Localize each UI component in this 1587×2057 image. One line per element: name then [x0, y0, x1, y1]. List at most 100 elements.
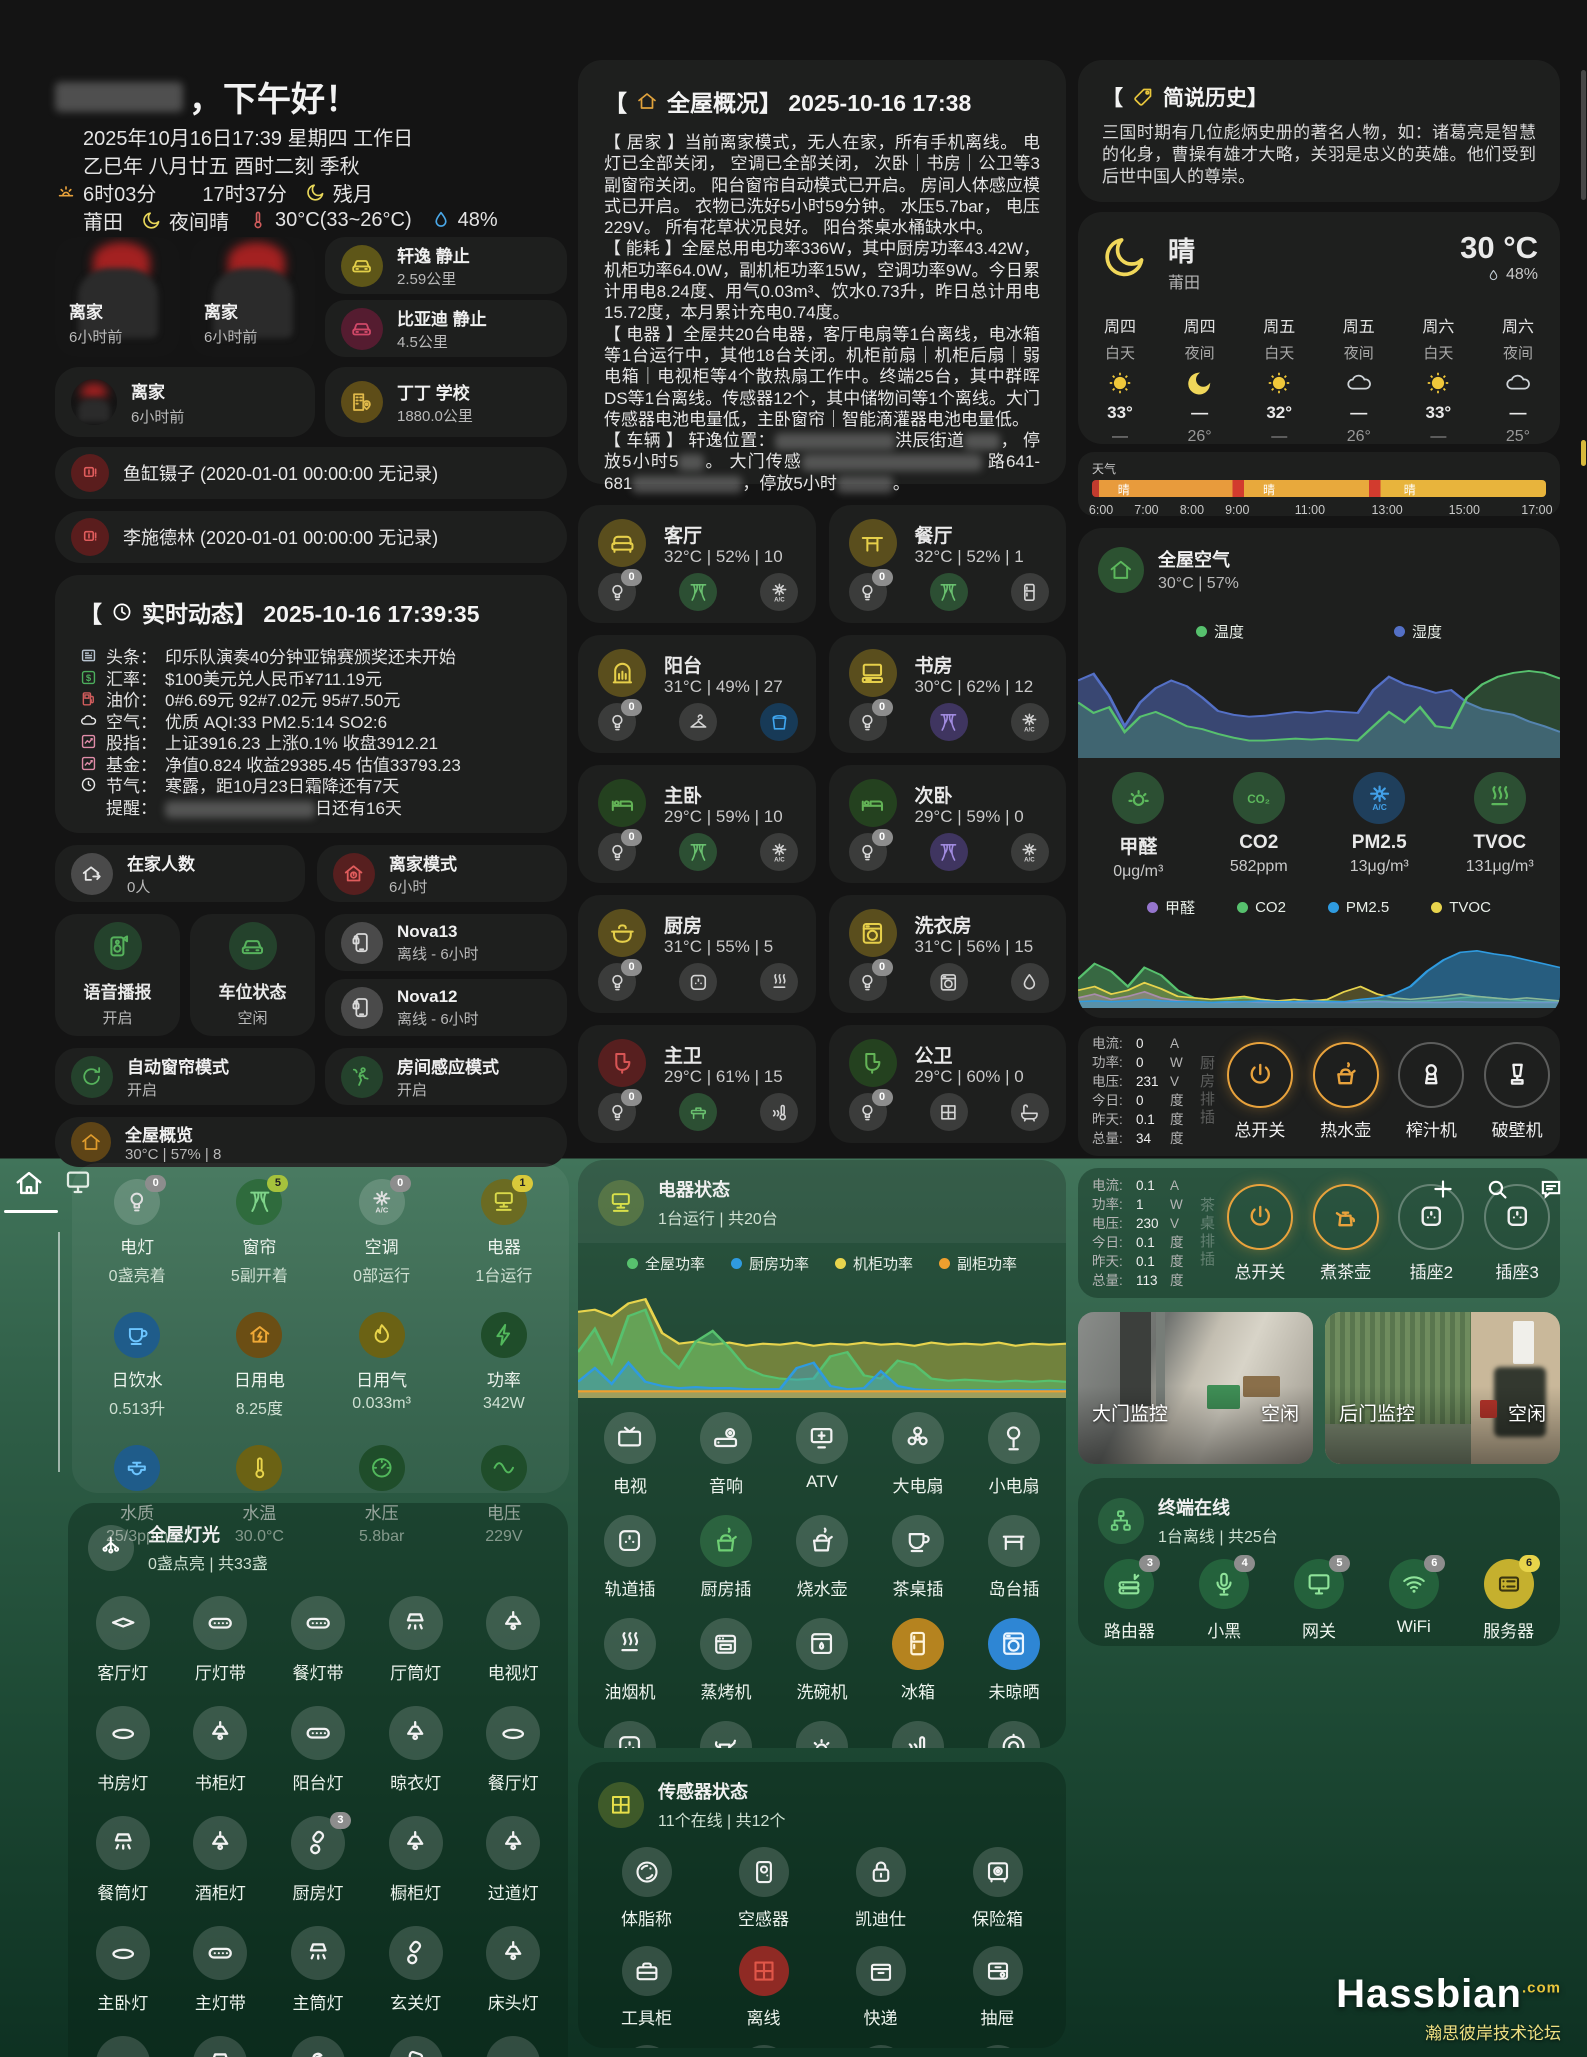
sensor-次驱蚊[interactable]: 次驱蚊: [822, 2045, 939, 2048]
sensor-空感器[interactable]: 空感器: [705, 1847, 822, 1930]
light-item[interactable]: 餐灯带: [269, 1596, 367, 1684]
terminal-WiFi[interactable]: 6WiFi: [1366, 1559, 1461, 1642]
room-card-次卧[interactable]: 次卧29°C | 59% | 00A/C: [829, 765, 1067, 883]
appliance-音响[interactable]: 音响: [678, 1412, 774, 1497]
stat-空调[interactable]: A/C0空调0部运行: [321, 1179, 443, 1286]
room-btn-bathheater[interactable]: [760, 1093, 798, 1131]
stat-日用气[interactable]: 日用气0.033m³: [321, 1312, 443, 1419]
light-item[interactable]: 酒柜灯: [172, 1816, 270, 1904]
room-btn-bathtub[interactable]: [1011, 1093, 1049, 1131]
light-item[interactable]: 厅灯带: [172, 1596, 270, 1684]
room-btn-socket[interactable]: [679, 963, 717, 1001]
appliance-岛台插[interactable]: 岛台插: [966, 1515, 1062, 1600]
appliance-浇花器[interactable]: 浇花器: [678, 1721, 774, 1748]
toolbar-plus-icon[interactable]: [1430, 1176, 1456, 1202]
overview-card[interactable]: 全屋概览30°C | 57% | 8: [55, 1117, 567, 1167]
light-item[interactable]: 洗衣房: [464, 2036, 562, 2057]
status-card[interactable]: 离家模式6小时: [317, 845, 567, 902]
stat-日用电[interactable]: 日用电8.25度: [198, 1312, 320, 1419]
sensor-离线[interactable]: 离线: [705, 1946, 822, 2029]
room-btn-hanger[interactable]: [679, 703, 717, 741]
phone-card[interactable]: Nova12离线 - 6小时: [325, 979, 567, 1036]
vehicle-card[interactable]: 轩逸 静止2.59公里: [325, 237, 567, 294]
sensor-快递[interactable]: 快递: [822, 1946, 939, 2029]
toolbar-search-icon[interactable]: [1484, 1176, 1510, 1202]
room-btn-bulb[interactable]: 0: [849, 833, 887, 871]
room-btn-bulb[interactable]: 0: [598, 833, 636, 871]
room-btn-bulb[interactable]: 0: [598, 703, 636, 741]
light-item[interactable]: 次台灯: [269, 2036, 367, 2057]
appliance-烧水壶[interactable]: 烧水壶: [774, 1515, 870, 1600]
terminal-路由器[interactable]: 3路由器: [1082, 1559, 1177, 1642]
light-item[interactable]: 厨射灯: [367, 2036, 465, 2057]
stat-功率[interactable]: 功率342W: [443, 1312, 565, 1419]
appliance-轨道插[interactable]: 轨道插: [582, 1515, 678, 1600]
appliance-厨房插[interactable]: 厨房插: [678, 1515, 774, 1600]
sensor-马桶[interactable]: 马桶: [939, 2045, 1056, 2048]
room-card-洗衣房[interactable]: 洗衣房31°C | 56% | 150: [829, 895, 1067, 1013]
room-btn-fridge[interactable]: [1011, 573, 1049, 611]
room-btn-curtain[interactable]: [679, 833, 717, 871]
room-btn-ac[interactable]: A/C: [760, 833, 798, 871]
room-btn-ac[interactable]: A/C: [760, 573, 798, 611]
sensor-抽屉[interactable]: 抽屉: [939, 1946, 1056, 2029]
scrollbar-thumb[interactable]: [1581, 70, 1586, 200]
room-card-主卧[interactable]: 主卧29°C | 59% | 100A/C: [578, 765, 816, 883]
strip-btn-热水壶[interactable]: 热水壶: [1313, 1042, 1379, 1141]
appliance-电视[interactable]: 电视: [582, 1412, 678, 1497]
appliance-扫地机[interactable]: 扫地机: [966, 1721, 1062, 1748]
room-btn-window4[interactable]: [930, 1093, 968, 1131]
room-btn-hood[interactable]: [760, 963, 798, 1001]
terminal-小黑[interactable]: 4小黑: [1177, 1559, 1272, 1642]
terminal-服务器[interactable]: 6服务器: [1461, 1559, 1556, 1642]
light-item[interactable]: 次筒灯: [172, 2036, 270, 2057]
alert-card[interactable]: 李施德林 (2020-01-01 00:00:00 无记录): [55, 511, 567, 563]
room-btn-bench[interactable]: [679, 1093, 717, 1131]
room-btn-bulb[interactable]: 0: [598, 1093, 636, 1131]
mode-tile[interactable]: 语音播报开启: [55, 914, 180, 1036]
stat-日饮水[interactable]: 日饮水0.513升: [76, 1312, 198, 1419]
vehicle-card[interactable]: 比亚迪 静止4.5公里: [325, 300, 567, 357]
appliance-洗碗机[interactable]: 洗碗机: [774, 1618, 870, 1703]
light-item[interactable]: 餐筒灯: [74, 1816, 172, 1904]
strip-btn-榨汁机[interactable]: 榨汁机: [1398, 1042, 1464, 1141]
camera-front-door[interactable]: 大门监控空闲: [1078, 1312, 1313, 1464]
presence-card-wide[interactable]: 离家6小时前: [55, 367, 315, 437]
room-btn-bulb[interactable]: 0: [849, 573, 887, 611]
light-item[interactable]: 玄关灯: [367, 1926, 465, 2014]
room-btn-bulb[interactable]: 0: [849, 703, 887, 741]
stat-窗帘[interactable]: 5窗帘5副开着: [198, 1179, 320, 1286]
presence-card[interactable]: 离家6小时前: [190, 237, 315, 357]
appliance-灶台插[interactable]: 灶台插: [582, 1721, 678, 1748]
view-tab-home[interactable]: [12, 1166, 46, 1200]
room-card-书房[interactable]: 书房30°C | 62% | 120A/C: [829, 635, 1067, 753]
strip-btn-总开关[interactable]: 总开关: [1227, 1042, 1293, 1141]
mode-tile[interactable]: 车位状态空闲: [190, 914, 315, 1036]
room-card-厨房[interactable]: 厨房31°C | 55% | 50: [578, 895, 816, 1013]
light-item[interactable]: 阳台灯: [269, 1706, 367, 1794]
appliance-滴灌器[interactable]: 滴灌器: [774, 1721, 870, 1748]
light-item[interactable]: 主卧灯: [74, 1926, 172, 2014]
light-item[interactable]: 客厅灯: [74, 1596, 172, 1684]
room-btn-ac[interactable]: A/C: [1011, 833, 1049, 871]
room-card-阳台[interactable]: 阳台31°C | 49% | 270: [578, 635, 816, 753]
appliance-冰箱[interactable]: 冰箱: [870, 1618, 966, 1703]
sensor-主驱蚊[interactable]: 主驱蚊: [705, 2045, 822, 2048]
light-item[interactable]: 主筒灯: [269, 1926, 367, 2014]
room-btn-drop[interactable]: [1011, 963, 1049, 1001]
light-item[interactable]: 次卧灯: [74, 2036, 172, 2057]
strip-btn-总开关[interactable]: 总开关: [1227, 1184, 1293, 1283]
alert-card[interactable]: 鱼缸镊子 (2020-01-01 00:00:00 无记录): [55, 447, 567, 499]
light-item[interactable]: 主灯带: [172, 1926, 270, 2014]
room-btn-bulb[interactable]: 0: [598, 963, 636, 1001]
strip-btn-破壁机[interactable]: 破壁机: [1484, 1042, 1550, 1141]
light-item[interactable]: 床头灯: [464, 1926, 562, 2014]
appliance-蒸烤机[interactable]: 蒸烤机: [678, 1618, 774, 1703]
vehicle-card[interactable]: 丁丁 学校1880.0公里: [325, 367, 567, 437]
appliance-ATV[interactable]: ATV: [774, 1412, 870, 1497]
room-btn-bucket[interactable]: [760, 703, 798, 741]
light-item[interactable]: 过道灯: [464, 1816, 562, 1904]
room-btn-bulb[interactable]: 0: [849, 963, 887, 1001]
light-item[interactable]: 餐厅灯: [464, 1706, 562, 1794]
stat-电灯[interactable]: 0电灯0盏亮着: [76, 1179, 198, 1286]
